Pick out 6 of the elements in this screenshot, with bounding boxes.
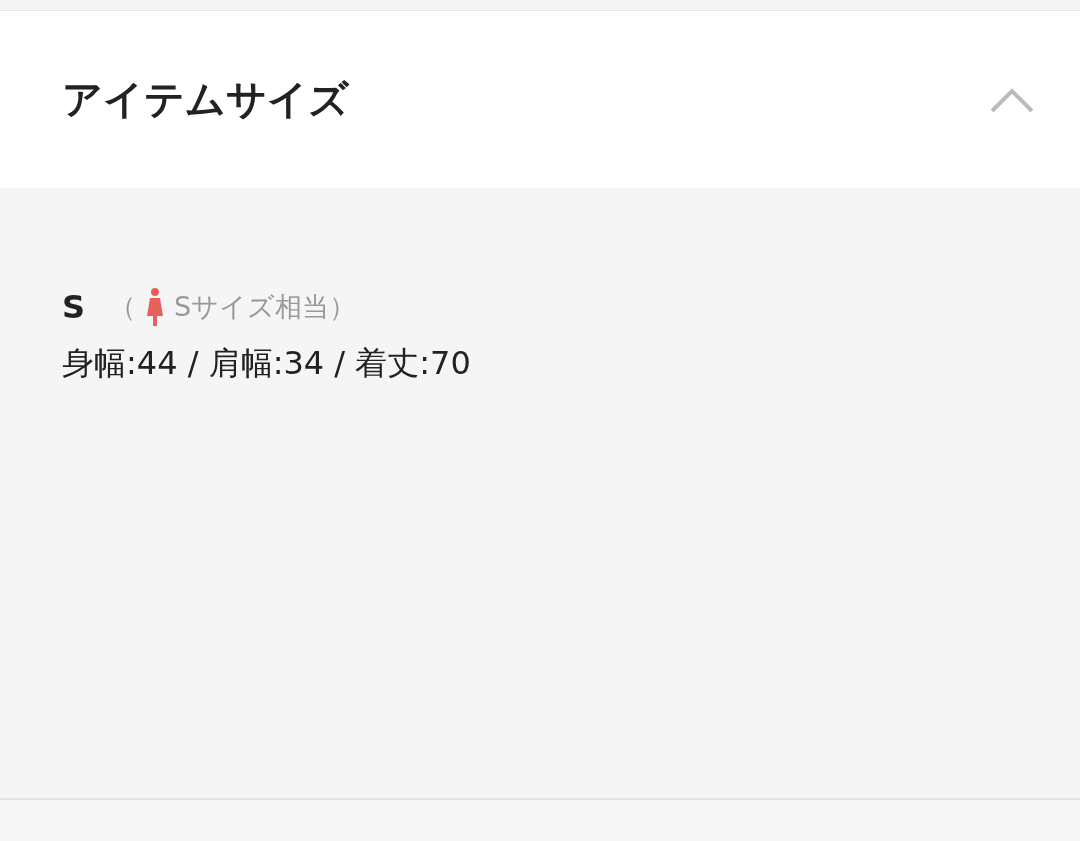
measurements-text: 身幅:44 / 肩幅:34 / 着丈:70 (62, 343, 472, 384)
section-title: アイテムサイズ (62, 75, 349, 124)
chevron-icon[interactable] (990, 86, 1034, 113)
size-label: S (62, 288, 86, 326)
paren-text: （ (109, 290, 137, 324)
size-equivalent: Sサイズ相当） (174, 290, 357, 324)
